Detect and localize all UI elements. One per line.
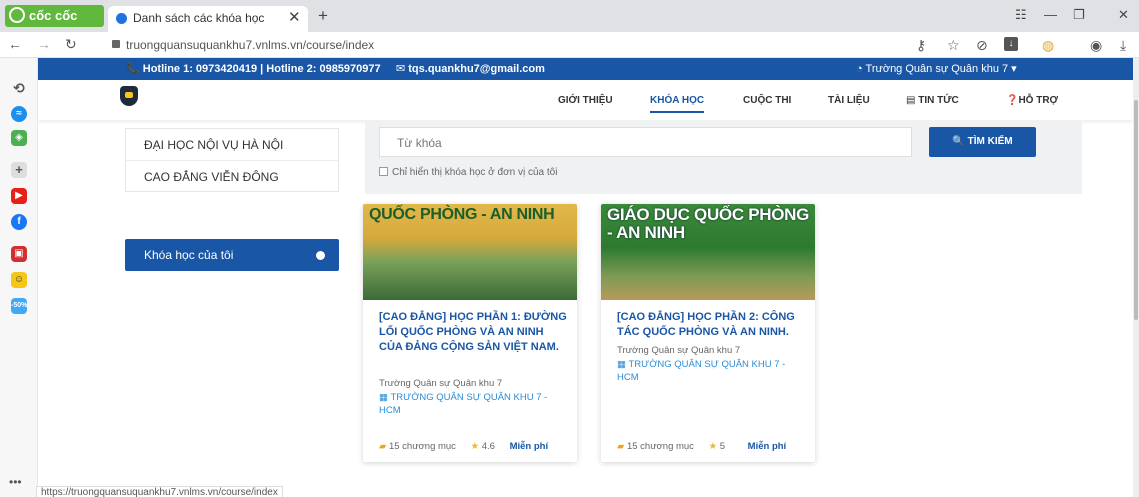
star-icon: ★ xyxy=(708,441,720,452)
main-navbar: GIỚI THIỆU KHÓA HỌC CUỘC THI TÀI LIỆU ▤ … xyxy=(38,80,1133,120)
reload-icon[interactable]: ↻ xyxy=(65,36,77,53)
new-tab-button[interactable]: + xyxy=(318,6,328,26)
forward-icon[interactable]: → xyxy=(37,36,51,52)
site-favicon-icon xyxy=(116,13,127,24)
maximize-button[interactable]: ❐ xyxy=(1073,7,1085,23)
website: 📞 Hotline 1: 0973420419 | Hotline 2: 098… xyxy=(38,58,1133,497)
tab-close-icon[interactable]: ✕ xyxy=(288,8,301,26)
help-icon: ❓ xyxy=(1006,95,1019,106)
course-card[interactable]: GIÁO DỤC QUỐC PHÒNG - AN NINH [CAO ĐẲNG]… xyxy=(601,204,815,462)
category-item[interactable]: CAO ĐẲNG VIỄN ĐÔNG xyxy=(126,161,338,193)
lock-icon xyxy=(112,40,120,48)
contact-bar: 📞 Hotline 1: 0973420419 | Hotline 2: 098… xyxy=(38,58,1133,80)
facebook-icon[interactable]: f xyxy=(11,214,27,230)
menu-cuoc-thi[interactable]: CUỘC THI xyxy=(743,95,791,106)
keyword-search-input[interactable]: Từ khóa xyxy=(379,127,912,157)
more-apps-icon[interactable]: ••• xyxy=(9,475,22,489)
status-bar-url: https://truongquansuquankhu7.vnlms.vn/co… xyxy=(36,486,283,497)
menu-tai-lieu[interactable]: TÀI LIỆU xyxy=(828,95,870,106)
sidebar-toggle-icon[interactable]: ☷ xyxy=(1015,7,1027,23)
minimize-button[interactable]: — xyxy=(1044,7,1057,22)
bookmark-star-icon[interactable]: ☆ xyxy=(947,37,960,54)
site-logo[interactable] xyxy=(120,86,138,106)
close-window-button[interactable]: ✕ xyxy=(1118,7,1129,23)
hotline-text: 📞 Hotline 1: 0973420419 | Hotline 2: 098… xyxy=(126,63,381,75)
building-icon: ▦ xyxy=(379,392,391,403)
discount-icon[interactable]: -50% xyxy=(11,298,27,314)
search-icon: 🔍 xyxy=(952,136,968,147)
scrollbar-thumb[interactable] xyxy=(1134,100,1138,320)
add-app-icon[interactable]: + xyxy=(11,162,27,178)
toggle-dot-icon xyxy=(316,251,325,260)
email-text: ✉ tqs.quankhu7@gmail.com xyxy=(396,63,545,75)
extension-icon[interactable]: ◍ xyxy=(1042,37,1054,54)
category-list: ĐẠI HỌC NỘI VỤ HÀ NỘI CAO ĐẲNG VIỄN ĐÔNG xyxy=(125,128,339,192)
course-footer: ▰ 15 chương mục ★ 4.6 Miễn phí xyxy=(379,441,549,452)
tab-course-list[interactable]: Danh sách các khóa học ✕ xyxy=(108,6,308,32)
youtube-icon[interactable]: ▶ xyxy=(11,188,27,204)
back-icon[interactable]: ← xyxy=(8,36,22,52)
course-footer: ▰ 15 chương mục ★ 5 Miễn phí xyxy=(617,441,787,452)
news-icon: ▤ xyxy=(906,95,919,106)
search-panel: Từ khóa 🔍 TÌM KIẾM Chỉ hiển thị khóa học… xyxy=(365,120,1082,194)
modules-icon: ▰ xyxy=(379,441,389,452)
price-label: Miễn phí xyxy=(509,441,549,452)
search-button[interactable]: 🔍 TÌM KIẾM xyxy=(929,127,1036,157)
category-item[interactable]: ĐẠI HỌC NỘI VỤ HÀ NỘI xyxy=(126,129,338,161)
profile-icon[interactable]: ◉ xyxy=(1090,37,1102,54)
org-selector[interactable]: ◔ Trường Quân sự Quân khu 7 ▾ xyxy=(856,58,1017,80)
course-unit: ▦ TRƯỜNG QUÂN SỰ QUÂN KHU 7 - HCM xyxy=(617,359,786,383)
my-unit-checkbox[interactable]: Chỉ hiển thị khóa học ở đơn vị của tôi xyxy=(379,167,557,178)
key-icon[interactable]: ⚷ xyxy=(916,37,926,54)
menu-gioi-thieu[interactable]: GIỚI THIỆU xyxy=(558,95,613,106)
my-courses-button[interactable]: Khóa học của tôi xyxy=(125,239,339,271)
coccoc-menu-button[interactable]: cốc cốc xyxy=(5,5,104,27)
course-cover-image: GIÁO DỤC QUỐC PHÒNG - AN NINH xyxy=(601,204,815,300)
browser-sidebar: ⟲ ≈ ◈ + ▶ f ▣ ☺ -50% xyxy=(0,58,38,497)
checkbox-icon xyxy=(379,167,388,176)
shield-icon[interactable]: ⊘ xyxy=(976,37,988,54)
course-school: Trường Quân sự Quân khu 7 xyxy=(617,345,741,356)
tab-bar: cốc cốc Danh sách các khóa học ✕ + ☷ — ❐… xyxy=(0,0,1139,32)
downloads-list-icon[interactable]: ⤓ xyxy=(1120,37,1126,54)
coccoc-logo-icon xyxy=(9,7,25,23)
game-icon[interactable]: ◈ xyxy=(11,130,27,146)
messenger-icon[interactable]: ≈ xyxy=(11,106,27,122)
browser-window: cốc cốc Danh sách các khóa học ✕ + ☷ — ❐… xyxy=(0,0,1139,497)
star-icon: ★ xyxy=(470,441,482,452)
download-icon[interactable]: ↓ xyxy=(1004,37,1018,51)
building-icon: ▦ xyxy=(617,359,629,370)
menu-khoa-hoc[interactable]: KHÓA HỌC xyxy=(650,95,705,113)
price-label: Miễn phí xyxy=(747,441,787,452)
modules-icon: ▰ xyxy=(617,441,627,452)
menu-ho-tro[interactable]: ❓HỖ TRỢ xyxy=(1006,95,1058,106)
mascot-icon[interactable]: ☺ xyxy=(11,272,27,288)
course-card[interactable]: QUỐC PHÒNG - AN NINH [CAO ĐẲNG] HỌC PHẦN… xyxy=(363,204,577,462)
url-input[interactable]: truongquansuquankhu7.vnlms.vn/course/ind… xyxy=(126,38,374,52)
address-bar-row: ← → ↻ truongquansuquankhu7.vnlms.vn/cour… xyxy=(0,32,1139,58)
course-title[interactable]: [CAO ĐẲNG] HỌC PHẦN 2: CÔNG TÁC QUỐC PHÒ… xyxy=(617,310,805,340)
course-unit: ▦ TRƯỜNG QUÂN SỰ QUÂN KHU 7 - HCM xyxy=(379,392,548,416)
course-cover-image: QUỐC PHÒNG - AN NINH xyxy=(363,204,577,300)
menu-tin-tuc[interactable]: ▤ TIN TỨC xyxy=(906,95,959,106)
course-title[interactable]: [CAO ĐẲNG] HỌC PHẦN 1: ĐƯỜNG LỐI QUỐC PH… xyxy=(379,310,567,355)
news-icon[interactable]: ▣ xyxy=(11,246,27,262)
history-icon[interactable]: ⟲ xyxy=(11,80,27,96)
course-school: Trường Quân sự Quân khu 7 xyxy=(379,378,503,389)
tab-title: Danh sách các khóa học xyxy=(133,11,265,25)
